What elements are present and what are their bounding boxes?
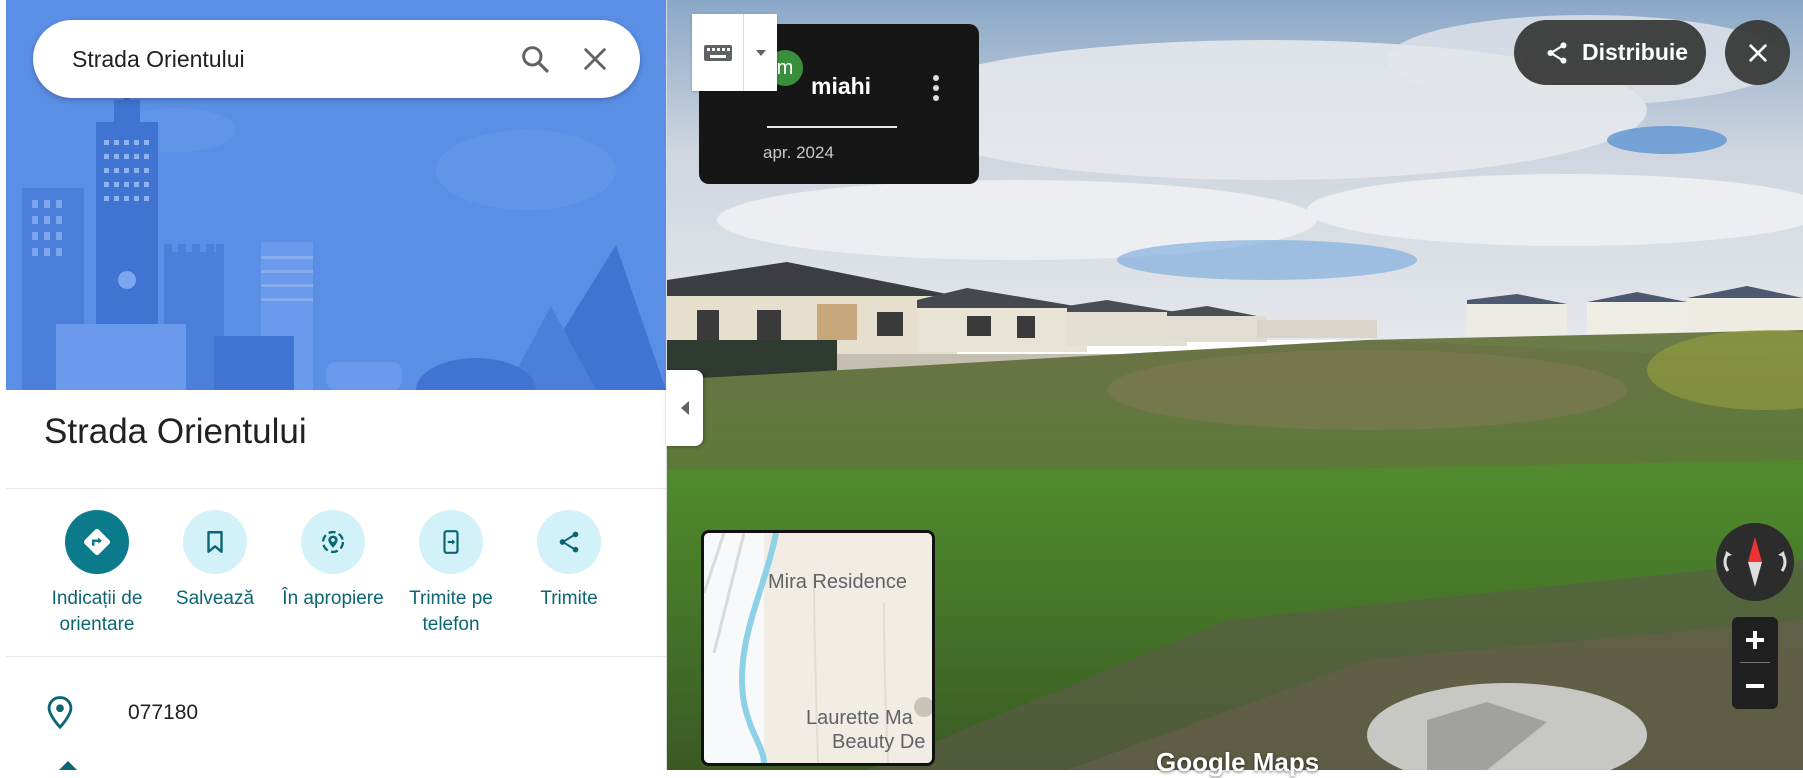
share-place-button[interactable]: Trimite	[510, 510, 628, 638]
close-icon	[584, 48, 606, 70]
search-box	[33, 20, 640, 98]
plus-icon	[1746, 631, 1764, 649]
google-maps-logo: Google Maps	[1156, 747, 1320, 777]
directions-icon	[83, 528, 111, 556]
share-icon	[1547, 41, 1567, 64]
capture-date: apr. 2024	[763, 143, 834, 162]
clear-search-button[interactable]	[565, 29, 625, 89]
divider	[6, 488, 666, 489]
nearby-icon	[321, 530, 345, 554]
search-button[interactable]	[505, 29, 565, 89]
chevron-down-icon	[755, 49, 766, 56]
search-icon	[522, 46, 549, 73]
zoom-control	[1732, 617, 1778, 709]
action-bar: Indicații de orientare Salvează În aprop…	[38, 510, 628, 638]
action-label: Trimite pe telefon	[409, 588, 493, 635]
map-label: Mira Residence	[768, 571, 907, 593]
map-label: Beauty De	[832, 731, 926, 753]
location-pin-icon	[47, 696, 73, 730]
send-to-phone-icon	[443, 530, 459, 554]
keyboard-dropdown-button[interactable]	[744, 14, 777, 91]
keyboard-button[interactable]	[692, 14, 745, 91]
place-panel: Strada Orientului Indicații de orientare…	[0, 0, 667, 770]
postal-code: 077180	[128, 701, 199, 724]
save-circle	[183, 510, 247, 574]
send-to-phone-circle	[419, 510, 483, 574]
nearby-circle	[301, 510, 365, 574]
map-label: Laurette Ma	[806, 707, 913, 729]
keyboard-shortcuts-toggle[interactable]	[692, 14, 777, 91]
minus-icon	[1746, 684, 1764, 688]
zoom-out-button[interactable]	[1732, 663, 1778, 709]
send-to-phone-button[interactable]: Trimite pe telefon	[392, 510, 510, 638]
divider	[6, 656, 666, 657]
author-name[interactable]: miahi	[811, 73, 871, 100]
share-button[interactable]: Distribuie	[1514, 20, 1706, 85]
minimap[interactable]: Mira Residence Laurette Ma Beauty De	[701, 530, 935, 766]
share-label: Distribuie	[1582, 39, 1689, 65]
keyboard-icon	[703, 44, 732, 61]
compass-icon	[1723, 537, 1787, 587]
directions-button[interactable]: Indicații de orientare	[38, 510, 156, 638]
share-circle	[537, 510, 601, 574]
action-label: Trimite	[540, 588, 598, 609]
zoom-in-button[interactable]	[1732, 617, 1778, 663]
close-icon	[1748, 43, 1767, 62]
directions-circle	[65, 510, 129, 574]
caret-left-icon	[680, 401, 689, 415]
collapse-panel-button[interactable]	[666, 370, 703, 446]
compass-control[interactable]	[1716, 523, 1794, 601]
share-icon	[559, 531, 579, 553]
close-street-view-button[interactable]	[1725, 20, 1790, 85]
nearby-button[interactable]: În apropiere	[274, 510, 392, 638]
action-label: Indicații de orientare	[51, 588, 143, 635]
search-input[interactable]	[70, 44, 505, 74]
bookmark-icon	[207, 531, 223, 553]
more-options-button[interactable]	[921, 68, 951, 108]
address-row[interactable]: 077180	[44, 695, 198, 731]
action-label: Salvează	[175, 588, 255, 609]
timeline-bar	[767, 126, 897, 128]
plus-code-icon	[58, 760, 78, 770]
save-button[interactable]: Salvează	[156, 510, 274, 638]
place-title: Strada Orientului	[44, 412, 307, 451]
action-label: În apropiere	[282, 588, 384, 609]
